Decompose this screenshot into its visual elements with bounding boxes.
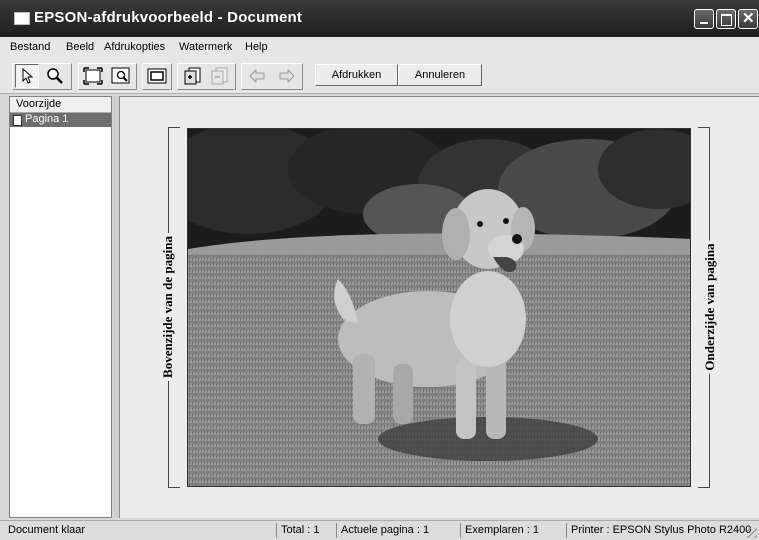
status-printer: Printer : EPSON Stylus Photo R2400 [566, 523, 751, 538]
print-button[interactable]: Afdrukken [315, 64, 398, 86]
fit-page-icon [83, 67, 103, 85]
pointer-icon [22, 68, 34, 84]
status-text: Document klaar [8, 524, 86, 536]
preview-photo-dog [187, 128, 691, 487]
printable-area-icon [147, 68, 167, 84]
page-list-header[interactable]: Voorzijde [10, 97, 111, 113]
window-app-icon [14, 12, 30, 25]
printable-area-button[interactable] [145, 64, 169, 88]
back-arrow-icon [249, 69, 265, 83]
window-title: EPSON-afdrukvoorbeeld - Document [34, 9, 303, 26]
page-list-item-label: Pagina 1 [25, 113, 69, 125]
page-list-item[interactable]: Pagina 1 [10, 113, 111, 127]
next-page-button[interactable] [275, 64, 299, 88]
close-icon: ✕ [742, 10, 755, 27]
status-copies: Exemplaren : 1 [460, 523, 566, 538]
add-page-icon [184, 67, 201, 85]
cancel-button[interactable]: Annuleren [398, 64, 482, 86]
remove-page-icon [211, 67, 228, 85]
remove-page-button[interactable] [208, 64, 232, 88]
print-preview-window: EPSON-afdrukvoorbeeld - Document ✕ Besta… [0, 0, 759, 540]
top-of-page-label: Bovenzijde van de pagina [160, 233, 176, 381]
status-bar: Document klaar Total : 1 Actuele pagina … [0, 520, 759, 540]
page-icon [13, 115, 22, 126]
page-list-header-label: Voorzijde [16, 98, 62, 110]
zoom-icon [47, 68, 63, 84]
menu-bar: Bestand Beeld Afdrukopties Watermerk Hel… [0, 37, 759, 59]
menu-beeld[interactable]: Beeld [66, 41, 94, 53]
status-current-page: Actuele pagina : 1 [336, 523, 460, 538]
title-bar[interactable]: EPSON-afdrukvoorbeeld - Document ✕ [0, 0, 759, 37]
menu-help[interactable]: Help [245, 41, 268, 53]
zoom-tool-button[interactable] [43, 64, 67, 88]
fit-page-button[interactable] [81, 64, 105, 88]
page-list-panel: Voorzijde Pagina 1 [9, 96, 112, 518]
maximize-button[interactable] [716, 9, 736, 29]
pointer-tool-button[interactable] [15, 64, 39, 88]
bottom-of-page-label: Onderzijde van pagina [702, 240, 718, 374]
menu-watermerk[interactable]: Watermerk [179, 41, 232, 53]
zoom-window-button[interactable] [109, 64, 133, 88]
close-button[interactable]: ✕ [738, 9, 758, 29]
minimize-button[interactable] [694, 9, 714, 29]
previous-page-button[interactable] [245, 64, 269, 88]
menu-afdrukopties[interactable]: Afdrukopties [104, 41, 165, 53]
resize-grip-icon[interactable] [747, 528, 757, 538]
add-page-button[interactable] [181, 64, 205, 88]
forward-arrow-icon [279, 69, 295, 83]
status-total: Total : 1 [276, 523, 336, 538]
menu-bestand[interactable]: Bestand [10, 41, 50, 53]
zoom-window-icon [111, 67, 130, 84]
